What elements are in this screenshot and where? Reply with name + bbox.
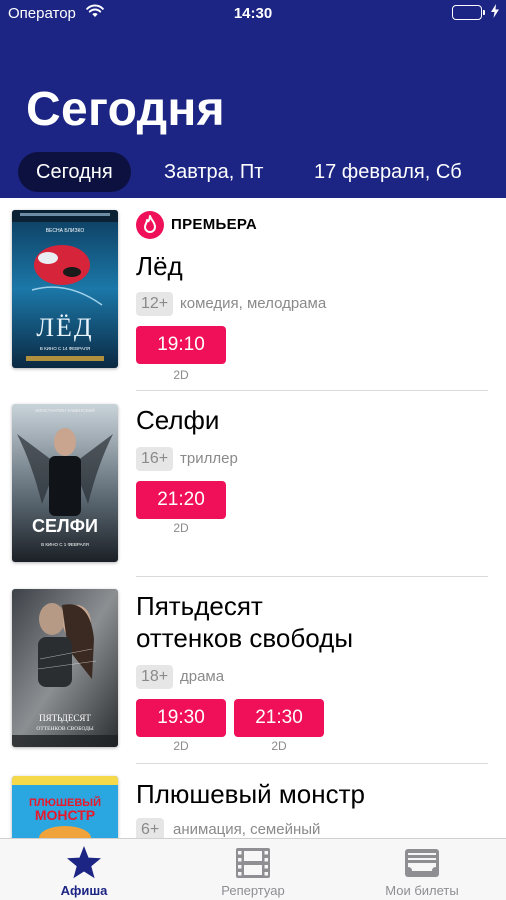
poster-selfie[interactable]: КОНСТАНТИН ХАБЕНСКИЙ СЕЛФИ В КИНО С 1 ФЕ…: [12, 404, 118, 562]
age-rating: 12+: [136, 292, 174, 316]
separator: [136, 763, 488, 764]
showtime-format: 2D: [173, 521, 189, 535]
poster-led-tagline: ВЕСНА БЛИЗКО: [46, 228, 85, 234]
showtime-button[interactable]: 19:10: [136, 326, 226, 364]
tab-label: Афиша: [60, 883, 108, 898]
showtime-button[interactable]: 21:30: [234, 699, 324, 737]
tab-label: Мои билеты: [385, 883, 459, 898]
poster-fifty-shades-title-2: ОТТЕНКОВ СВОБОДЫ: [36, 726, 93, 732]
tab-afisha[interactable]: Афиша: [0, 839, 168, 900]
movie-title[interactable]: Лёд: [136, 251, 183, 282]
showtime-button[interactable]: 21:20: [136, 481, 226, 519]
tab-bar: Афиша Репертуар Мои билеты: [0, 838, 506, 900]
genre: анимация, семейный: [173, 821, 321, 838]
poster-fifty-shades-title-1: ПЯТЬДЕСЯТ: [39, 713, 91, 723]
battery-icon: [452, 5, 485, 20]
status-bar: Оператор 14:30: [0, 0, 506, 26]
header: Оператор 14:30 Сегодня Сегодня Завтра, П…: [0, 0, 506, 198]
poster-led[interactable]: ВЕСНА БЛИЗКО ЛЁД В КИНО С 14 ФЕВРАЛЯ: [12, 210, 118, 368]
poster-selfie-title: СЕЛФИ: [32, 516, 98, 536]
movie-title[interactable]: Плюшевый монстр: [136, 779, 365, 810]
poster-led-title: ЛЁД: [36, 313, 93, 342]
showtime-button[interactable]: 19:30: [136, 699, 226, 737]
status-time: 14:30: [233, 5, 273, 22]
showtime-format: 2D: [271, 739, 287, 753]
separator: [136, 576, 488, 577]
poster-plush-monster-title-2: МОНСТР: [35, 807, 95, 823]
tab-repertoire[interactable]: Репертуар: [169, 839, 337, 900]
star-icon: [66, 845, 102, 886]
movie-title[interactable]: Селфи: [136, 405, 219, 436]
date-tab-feb-17[interactable]: 17 февраля, Сб: [314, 152, 462, 192]
separator: [136, 390, 488, 391]
age-rating: 18+: [136, 665, 174, 689]
page-title: Сегодня: [26, 83, 225, 136]
tickets-icon: [404, 845, 440, 886]
charging-bolt-icon: [491, 4, 499, 22]
poster-selfie-actor: КОНСТАНТИН ХАБЕНСКИЙ: [35, 406, 94, 413]
date-tab-tomorrow[interactable]: Завтра, Пт: [164, 152, 263, 192]
tab-my-tickets[interactable]: Мои билеты: [338, 839, 506, 900]
movie-title-line-1[interactable]: Пятьдесят: [136, 591, 263, 622]
date-tabs: Сегодня Завтра, Пт 17 февраля, Сб: [0, 152, 506, 192]
fire-icon: [136, 211, 164, 239]
showtime-format: 2D: [173, 368, 189, 382]
showtime-format: 2D: [173, 739, 189, 753]
tab-label: Репертуар: [221, 883, 285, 898]
poster-fifty-shades[interactable]: ПЯТЬДЕСЯТ ОТТЕНКОВ СВОБОДЫ: [12, 589, 118, 747]
movie-title-line-2[interactable]: оттенков свободы: [136, 623, 353, 654]
genre: драма: [180, 668, 225, 685]
genre: триллер: [180, 450, 238, 467]
film-icon: [235, 845, 271, 886]
date-tab-today[interactable]: Сегодня: [18, 152, 131, 192]
age-rating: 16+: [136, 447, 174, 471]
poster-led-date: В КИНО С 14 ФЕВРАЛЯ: [40, 346, 90, 351]
premiere-label: ПРЕМЬЕРА: [171, 216, 257, 233]
poster-selfie-date: В КИНО С 1 ФЕВРАЛЯ: [41, 542, 89, 547]
genre: комедия, мелодрама: [180, 295, 327, 312]
